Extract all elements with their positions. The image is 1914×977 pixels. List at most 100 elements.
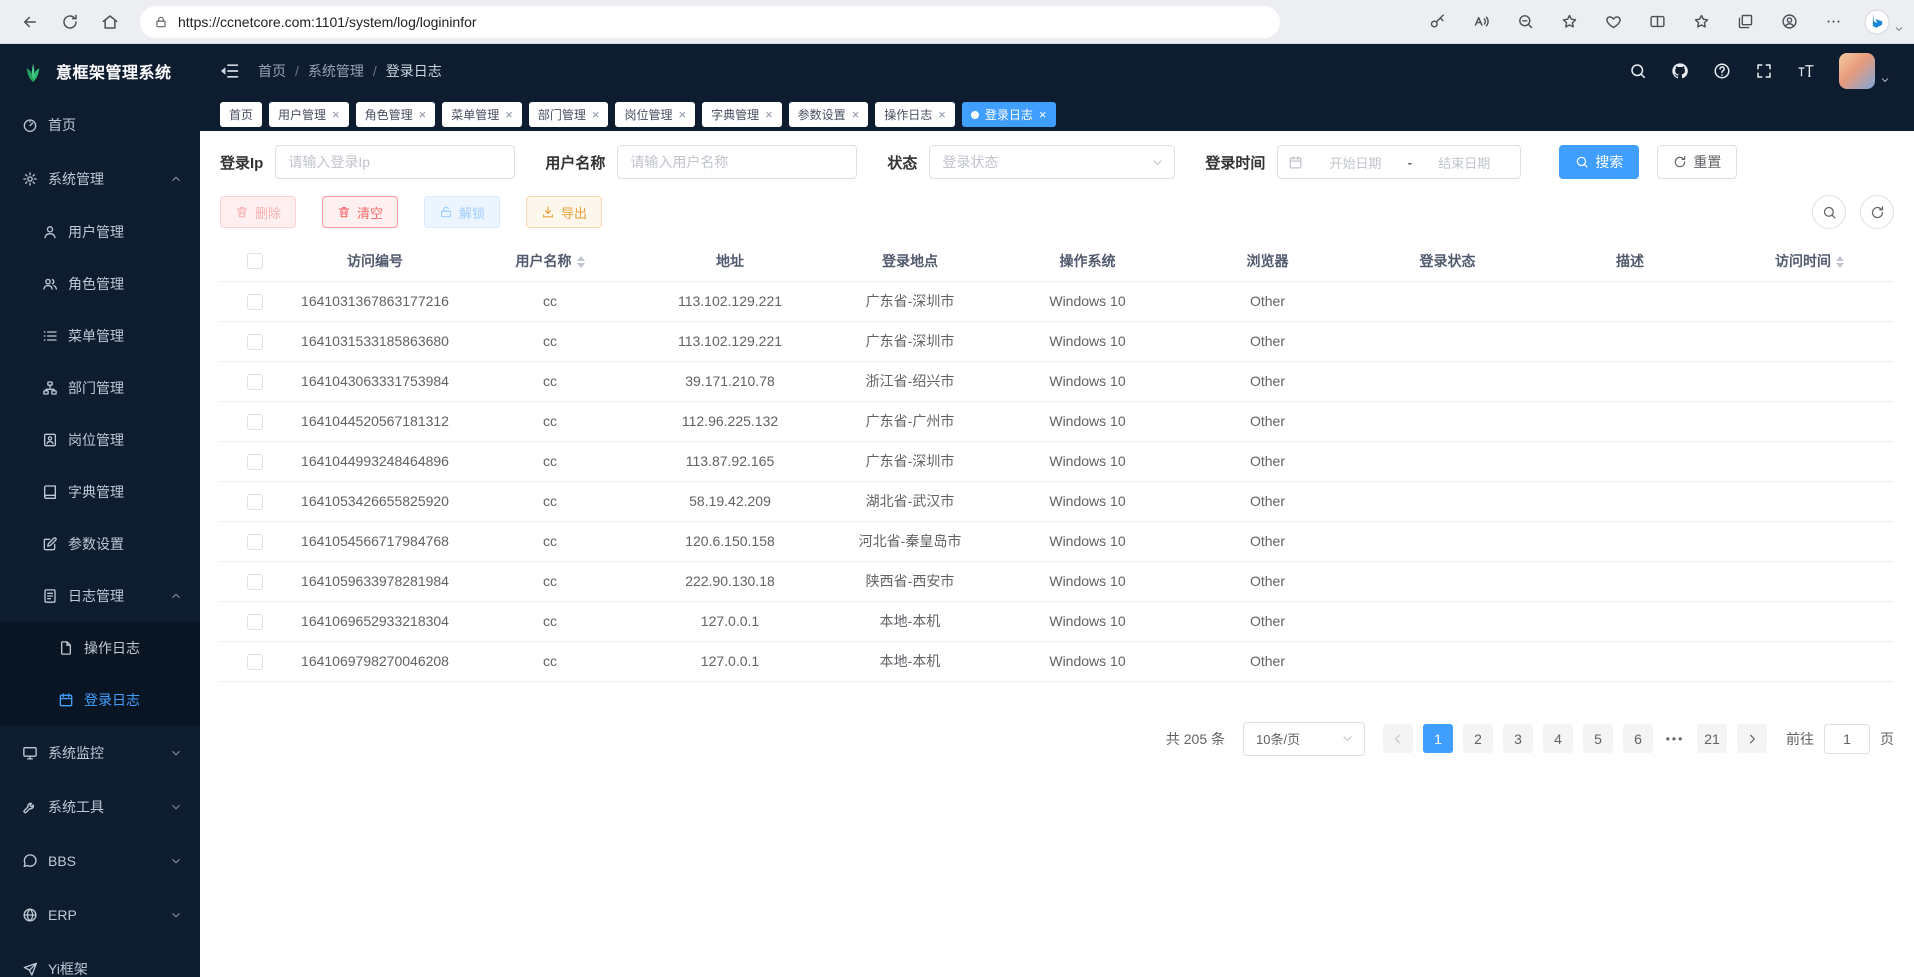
row-checkbox[interactable] [247,374,263,390]
help-icon[interactable] [1713,62,1731,80]
select-all-checkbox[interactable] [247,253,263,269]
clear-button[interactable]: 清空 [322,196,398,228]
sidebar-item-dict[interactable]: 字典管理 [0,466,200,518]
sidebar-item-log[interactable]: 日志管理 [0,570,200,622]
browser-refresh-button[interactable] [50,4,90,40]
browser-address-bar[interactable]: https://ccnetcore.com:1101/system/log/lo… [140,6,1280,38]
row-checkbox[interactable] [247,454,263,470]
tab-角色管理[interactable]: 角色管理× [356,102,436,127]
sidebar-item-system[interactable]: 系统管理 [0,152,200,206]
user-menu[interactable] [1839,53,1890,89]
browser-essentials-button[interactable] [1592,4,1634,40]
refresh-table-button[interactable] [1860,195,1894,229]
delete-button[interactable]: 删除 [220,196,296,228]
sidebar-item-operlog[interactable]: 操作日志 [0,622,200,674]
page-button-5[interactable]: 5 [1583,724,1613,753]
favorites-button[interactable] [1680,4,1722,40]
username-filter-input[interactable] [617,145,857,179]
sidebar-item-erp[interactable]: ERP [0,888,200,942]
sidebar-item-menu[interactable]: 菜单管理 [0,310,200,362]
tab-操作日志[interactable]: 操作日志× [875,102,955,127]
tab-首页[interactable]: 首页 [220,102,262,127]
row-checkbox[interactable] [247,414,263,430]
close-icon[interactable]: × [332,108,340,121]
row-checkbox[interactable] [247,574,263,590]
sidebar-item-bbs[interactable]: BBS [0,834,200,888]
search-button[interactable]: 搜索 [1559,145,1639,179]
close-icon[interactable]: × [938,108,946,121]
reset-button[interactable]: 重置 [1657,145,1737,179]
page-button-21[interactable]: 21 [1697,724,1727,753]
close-icon[interactable]: × [592,108,600,121]
github-icon[interactable] [1671,62,1689,80]
sort-carets-icon[interactable] [1836,256,1844,268]
close-icon[interactable]: × [678,108,686,121]
column-header-用户名称[interactable]: 用户名称 [460,241,640,281]
browser-profile-button[interactable] [1768,4,1810,40]
close-icon[interactable]: × [852,108,860,121]
page-size-select[interactable]: 10条/页 [1243,722,1365,756]
breadcrumb-item[interactable]: 首页 [258,61,286,81]
close-icon[interactable]: × [505,108,513,121]
browser-back-button[interactable] [10,4,50,40]
read-aloud-button[interactable] [1460,4,1502,40]
tab-字典管理[interactable]: 字典管理× [702,102,782,127]
browser-home-button[interactable] [90,4,130,40]
zoom-button[interactable] [1504,4,1546,40]
sidebar-item-tool[interactable]: 系统工具 [0,780,200,834]
export-button[interactable]: 导出 [526,196,602,228]
row-checkbox[interactable] [247,494,263,510]
tab-岗位管理[interactable]: 岗位管理× [615,102,695,127]
sidebar-item-config[interactable]: 参数设置 [0,518,200,570]
favorites-add-button[interactable] [1548,4,1590,40]
close-icon[interactable]: × [419,108,427,121]
font-size-icon[interactable] [1797,62,1815,80]
sidebar-item-logininfor[interactable]: 登录日志 [0,674,200,726]
page-button-3[interactable]: 3 [1503,724,1533,753]
sidebar-item-dept[interactable]: 部门管理 [0,362,200,414]
header-search-icon[interactable] [1629,62,1647,80]
prev-page-button[interactable] [1383,724,1413,753]
settings-more-button[interactable] [1812,4,1854,40]
row-checkbox[interactable] [247,334,263,350]
column-header-访问时间[interactable]: 访问时间 [1725,241,1894,281]
password-key-button[interactable] [1416,4,1458,40]
sidebar-item-post[interactable]: 岗位管理 [0,414,200,466]
sidebar-item-yi[interactable]: Yi框架 [0,942,200,977]
close-icon[interactable]: × [765,108,773,121]
sidebar-item-monitor[interactable]: 系统监控 [0,726,200,780]
tab-用户管理[interactable]: 用户管理× [269,102,349,127]
sidebar-item-home[interactable]: 首页 [0,98,200,152]
sidebar-item-role[interactable]: 角色管理 [0,258,200,310]
bing-button[interactable] [1856,4,1898,40]
page-button-4[interactable]: 4 [1543,724,1573,753]
next-page-button[interactable] [1737,724,1767,753]
tab-登录日志[interactable]: 登录日志× [962,102,1056,127]
row-checkbox[interactable] [247,534,263,550]
unlock-button[interactable]: 解锁 [424,196,500,228]
sidebar-item-user[interactable]: 用户管理 [0,206,200,258]
status-select[interactable]: 登录状态 [929,145,1175,179]
toggle-search-button[interactable] [1812,195,1846,229]
row-checkbox[interactable] [247,294,263,310]
tab-参数设置[interactable]: 参数设置× [789,102,869,127]
page-button-1[interactable]: 1 [1423,724,1453,753]
split-screen-button[interactable] [1636,4,1678,40]
sort-carets-icon[interactable] [577,256,585,268]
menu-fold-icon[interactable] [220,61,240,81]
page-button-6[interactable]: 6 [1623,724,1653,753]
tab-部门管理[interactable]: 部门管理× [529,102,609,127]
collections-button[interactable] [1724,4,1766,40]
more-pages-icon[interactable]: ••• [1660,732,1690,746]
login-time-range-picker[interactable]: 开始日期 - 结束日期 [1277,145,1521,179]
breadcrumb-item[interactable]: 系统管理 [308,61,364,81]
page-button-2[interactable]: 2 [1463,724,1493,753]
close-icon[interactable]: × [1039,108,1047,121]
goto-page-input[interactable] [1824,724,1870,754]
app-logo[interactable]: 意框架管理系统 [0,44,200,98]
fullscreen-icon[interactable] [1755,62,1773,80]
row-checkbox[interactable] [247,614,263,630]
tab-菜单管理[interactable]: 菜单管理× [442,102,522,127]
ip-filter-input[interactable] [275,145,515,179]
row-checkbox[interactable] [247,654,263,670]
